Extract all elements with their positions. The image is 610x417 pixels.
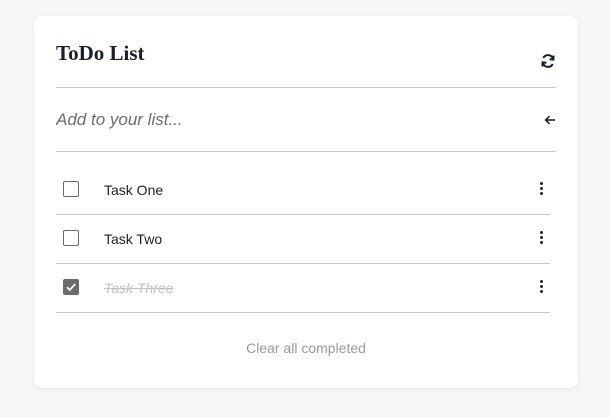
task-label: Task One [104,182,164,198]
task-label-completed: Task Three [104,280,174,296]
header: ToDo List [56,16,556,88]
task-item: Task One [56,166,550,215]
page-title: ToDo List [56,41,145,65]
todo-card: ToDo List Task One Task Two [34,16,578,388]
kebab-menu-icon[interactable] [538,279,544,297]
check-icon [66,283,76,292]
refresh-icon[interactable] [540,53,556,69]
clear-completed-button[interactable]: Clear all completed [34,340,578,356]
add-task-row [56,88,556,152]
kebab-menu-icon[interactable] [538,181,544,199]
task-item: Task Three [56,264,550,313]
task-list: Task One Task Two Task Three [56,166,550,313]
kebab-menu-icon[interactable] [538,230,544,248]
task-checkbox-checked[interactable] [63,279,79,295]
add-task-input[interactable] [56,107,526,133]
task-checkbox[interactable] [63,230,79,246]
task-item: Task Two [56,215,550,264]
arrow-left-icon[interactable] [544,113,556,125]
task-label: Task Two [104,231,163,247]
task-checkbox[interactable] [63,181,79,197]
